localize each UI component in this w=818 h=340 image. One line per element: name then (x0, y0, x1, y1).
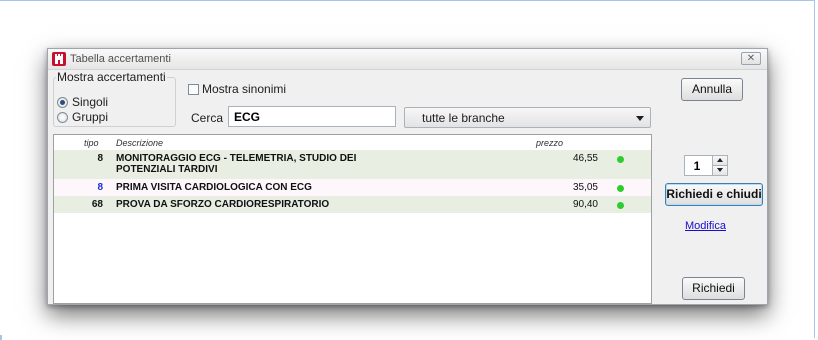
table-row[interactable]: 8 MONITORAGGIO ECG - TELEMETRIA, STUDIO … (54, 150, 651, 179)
list-header: tipo Descrizione prezzo (54, 135, 651, 149)
checkbox-box[interactable] (188, 83, 199, 95)
radio-gruppi[interactable]: Gruppi (57, 110, 108, 124)
header-prezzo: prezzo (536, 138, 564, 148)
spinner-buttons (712, 156, 727, 175)
tabella-accertamenti-dialog: Tabella accertamenti ✕ Mostra accertamen… (47, 48, 768, 305)
spinner-up-icon[interactable] (713, 156, 727, 166)
page-frame-edge (0, 335, 2, 340)
quantity-value: 1 (693, 159, 701, 173)
radio-button-selected[interactable] (57, 96, 68, 108)
close-icon[interactable]: ✕ (741, 52, 761, 65)
row-descrizione: PRIMA VISITA CARDIOLOGICA CON ECG (116, 182, 312, 193)
row-descrizione: MONITORAGGIO ECG - TELEMETRIA, STUDIO DE… (116, 153, 357, 175)
mostra-sinonimi-label: Mostra sinonimi (202, 82, 287, 96)
title-bar[interactable]: Tabella accertamenti ✕ (48, 49, 767, 70)
status-dot-icon (617, 185, 624, 192)
group-label: Mostra accertamenti (56, 70, 167, 84)
row-tipo: 8 (97, 153, 103, 164)
radio-singoli[interactable]: Singoli (57, 95, 108, 109)
radio-button[interactable] (57, 111, 68, 123)
row-prezzo: 46,55 (572, 153, 598, 164)
row-tipo: 68 (91, 199, 103, 210)
status-dot-icon (617, 202, 624, 209)
richiedi-e-chiudi-button[interactable]: Richiedi e chiudi (665, 183, 763, 206)
spinner-down-icon[interactable] (713, 166, 727, 175)
header-tipo: tipo (84, 138, 99, 148)
row-descrizione: PROVA DA SFORZO CARDIORESPIRATORIO (116, 199, 330, 210)
castle-tower-icon (52, 52, 66, 66)
radio-gruppi-label: Gruppi (72, 110, 109, 124)
row-prezzo: 35,05 (572, 182, 598, 193)
table-row[interactable]: 68 PROVA DA SFORZO CARDIORESPIRATORIO 90… (54, 196, 651, 213)
row-tipo: 8 (97, 182, 103, 193)
chevron-down-icon (636, 116, 644, 121)
table-row[interactable]: 8 PRIMA VISITA CARDIOLOGICA CON ECG 35,0… (54, 179, 651, 196)
status-dot-icon (617, 156, 624, 163)
accertamenti-list[interactable]: tipo Descrizione prezzo 8 MONITORAGGIO E… (53, 134, 652, 304)
radio-singoli-label: Singoli (72, 95, 109, 109)
richiedi-button[interactable]: Richiedi (682, 277, 745, 300)
row-prezzo: 90,40 (572, 199, 598, 210)
branche-select[interactable]: tutte le branche (404, 107, 651, 128)
search-input[interactable]: ECG (228, 106, 396, 127)
window-title: Tabella accertamenti (70, 53, 171, 65)
branche-select-value: tutte le branche (422, 111, 505, 125)
annulla-button[interactable]: Annulla (681, 78, 743, 101)
cerca-label: Cerca (191, 111, 224, 125)
header-descrizione: Descrizione (116, 138, 164, 148)
quantity-stepper[interactable]: 1 (684, 155, 728, 176)
mostra-sinonimi-checkbox[interactable]: Mostra sinonimi (188, 82, 286, 96)
modifica-link[interactable]: Modifica (685, 220, 726, 232)
